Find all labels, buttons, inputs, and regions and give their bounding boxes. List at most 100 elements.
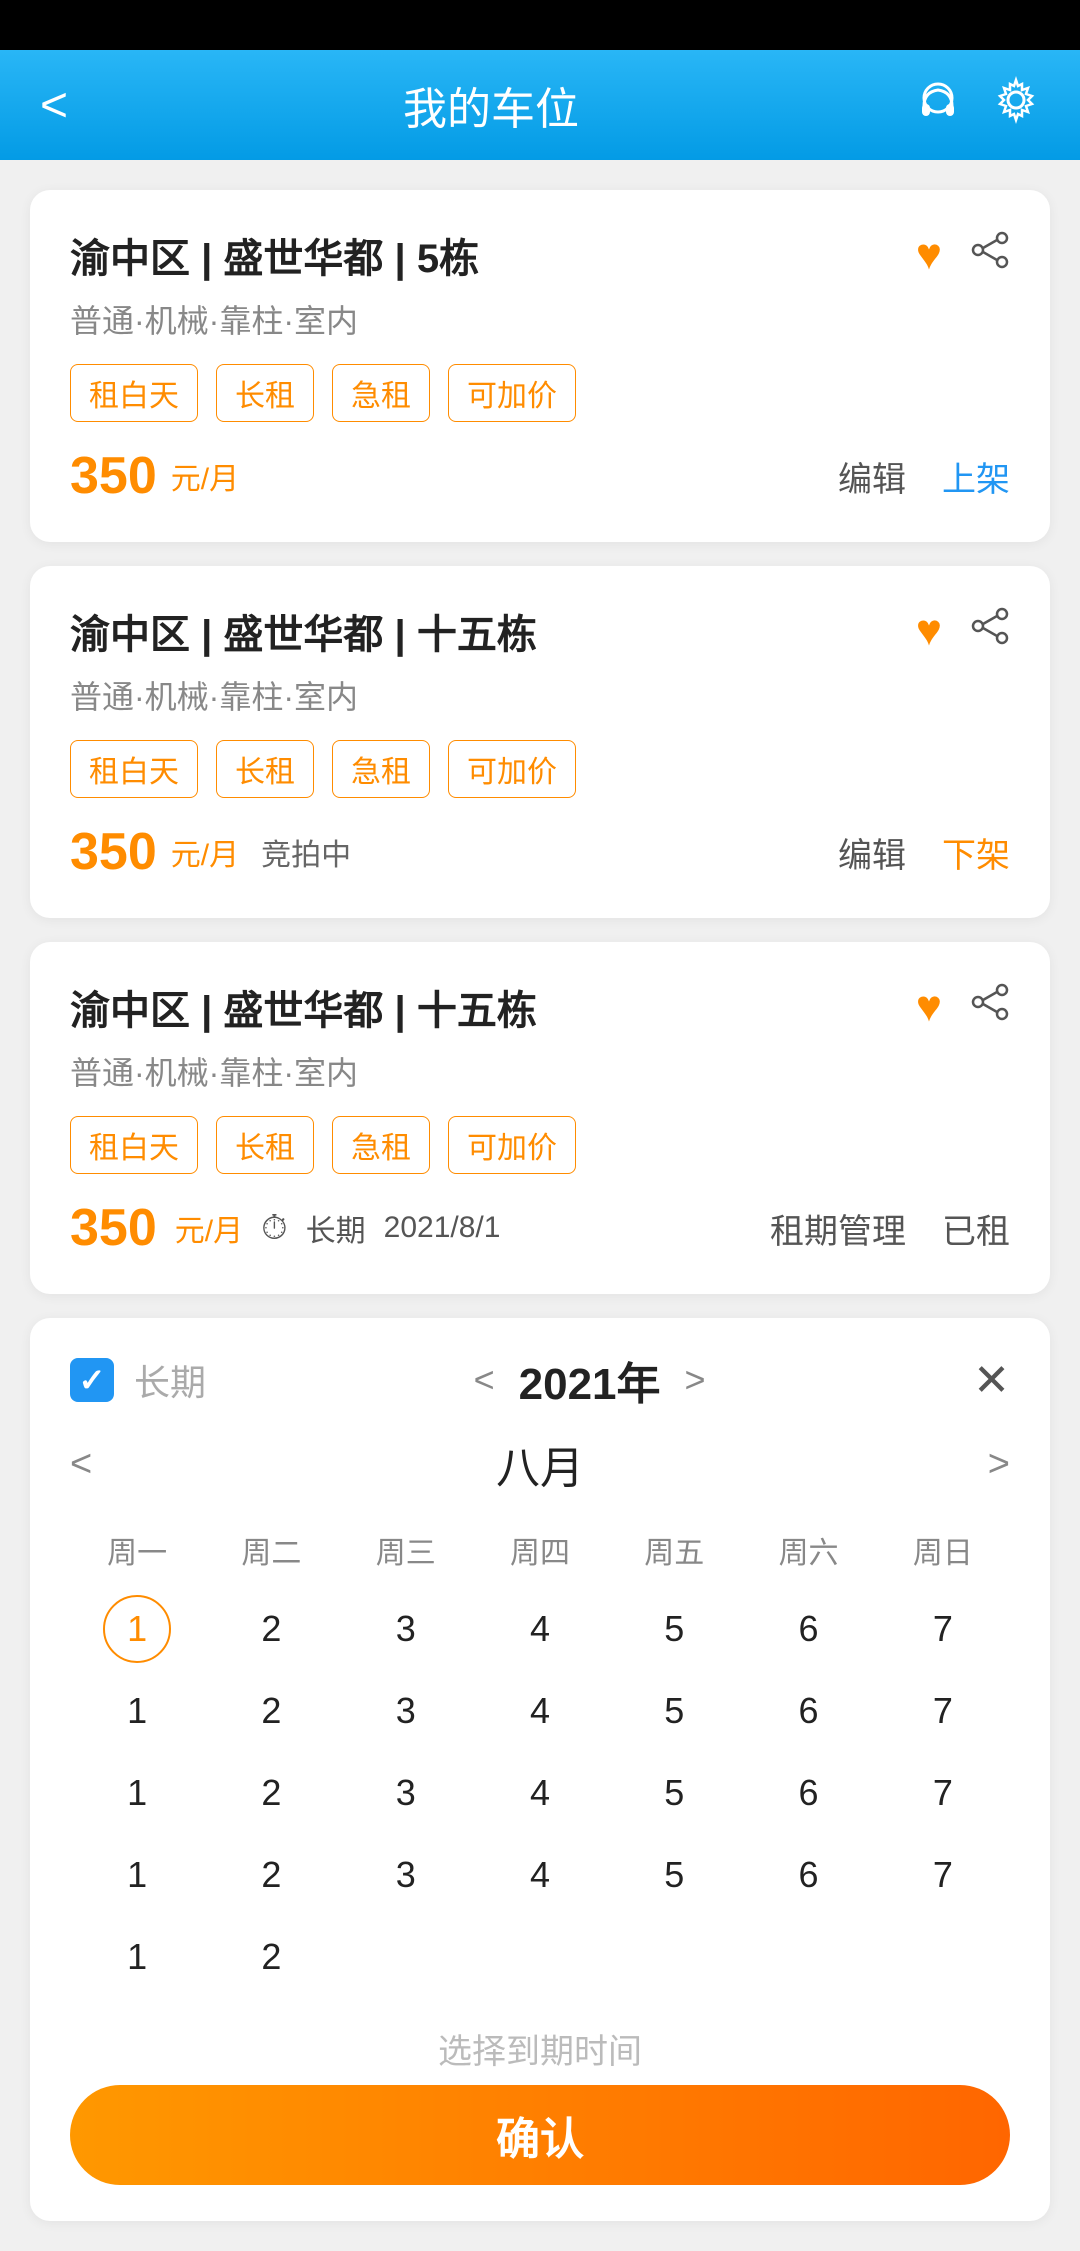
prev-month-btn[interactable]: < <box>70 1443 92 1486</box>
card1-edit-btn[interactable]: 编辑 <box>838 452 906 501</box>
card2-price: 350 <box>70 822 157 882</box>
calendar-grid: 周一 周二 周三 周四 周五 周六 周日 1 2 3 4 5 6 7 1 2 3… <box>70 1520 1010 1996</box>
cal-day-r2c4[interactable]: 4 <box>473 1672 607 1750</box>
parking-card-2: 渝中区 | 盛世华都 | 十五栋 ♥ 普通·机械·靠柱·室内 租白天 长租 急租 <box>30 566 1050 918</box>
card3-title: 渝中区 | 盛世华都 | 十五栋 <box>70 978 537 1036</box>
card1-subtitle: 普通·机械·靠柱·室内 <box>70 296 1010 342</box>
next-year-btn[interactable]: > <box>685 1359 706 1401</box>
cal-day-r4c3[interactable]: 3 <box>339 1836 473 1914</box>
card2-price-unit: 元/月 <box>171 830 239 874</box>
cal-day-r5c6 <box>741 1918 875 1996</box>
tag-rent-day-1: 租白天 <box>70 364 198 422</box>
cal-day-r2c3[interactable]: 3 <box>339 1672 473 1750</box>
cal-day-r3c3[interactable]: 3 <box>339 1754 473 1832</box>
card1-price-unit: 元/月 <box>171 454 239 498</box>
card3-subtitle: 普通·机械·靠柱·室内 <box>70 1048 1010 1094</box>
cal-day-r1c7[interactable]: 7 <box>876 1590 1010 1668</box>
tag-long-rent-2: 长租 <box>216 740 314 798</box>
card3-rent-period-btn[interactable]: 租期管理 <box>770 1204 906 1253</box>
cal-day-r3c4[interactable]: 4 <box>473 1754 607 1832</box>
cal-day-r1c4[interactable]: 4 <box>473 1590 607 1668</box>
card1-price: 350 <box>70 446 157 506</box>
close-calendar-btn[interactable]: ✕ <box>973 1355 1010 1406</box>
cal-day-r1c3[interactable]: 3 <box>339 1590 473 1668</box>
back-button[interactable]: < <box>40 78 68 133</box>
weekday-fri: 周五 <box>607 1520 741 1580</box>
cal-day-r4c6[interactable]: 6 <box>741 1836 875 1914</box>
card2-action-btn[interactable]: 下架 <box>942 828 1010 877</box>
favorite-icon-1[interactable]: ♥ <box>916 230 942 280</box>
confirm-button[interactable]: 确认 <box>70 2085 1010 2185</box>
cal-day-r4c2[interactable]: 2 <box>204 1836 338 1914</box>
year-label: 2021年 <box>519 1348 661 1412</box>
month-label: 八月 <box>92 1432 988 1496</box>
weekday-mon: 周一 <box>70 1520 204 1580</box>
tag-rent-day-3: 租白天 <box>70 1116 198 1174</box>
calendar-panel: ✓ 长期 < 2021年 > ✕ < 八月 > 周一 周二 周三 周四 周五 周… <box>30 1318 1050 2221</box>
tag-long-rent-1: 长租 <box>216 364 314 422</box>
weekday-sat: 周六 <box>741 1520 875 1580</box>
cards-container: 渝中区 | 盛世华都 | 5栋 ♥ 普通·机械·靠柱·室内 租白天 长租 急租 <box>0 160 1080 1294</box>
cal-day-r5c2[interactable]: 2 <box>204 1918 338 1996</box>
next-month-btn[interactable]: > <box>988 1443 1010 1486</box>
cal-day-r2c7[interactable]: 7 <box>876 1672 1010 1750</box>
long-term-checkbox[interactable]: ✓ <box>70 1358 114 1402</box>
page-title: 我的车位 <box>403 73 579 137</box>
cal-day-r5c3 <box>339 1918 473 1996</box>
header-icons <box>914 76 1040 135</box>
cal-day-r3c6[interactable]: 6 <box>741 1754 875 1832</box>
cal-day-r2c1[interactable]: 1 <box>70 1672 204 1750</box>
select-hint: 选择到期时间 <box>70 2024 1010 2073</box>
card3-already-rented: 已租 <box>942 1204 1010 1253</box>
cal-day-r4c4[interactable]: 4 <box>473 1836 607 1914</box>
cal-day-r3c1[interactable]: 1 <box>70 1754 204 1832</box>
cal-day-r3c5[interactable]: 5 <box>607 1754 741 1832</box>
cal-day-r1c6[interactable]: 6 <box>741 1590 875 1668</box>
header: < 我的车位 <box>0 50 1080 160</box>
tag-urgent-rent-2: 急租 <box>332 740 430 798</box>
cal-day-r1c1[interactable]: 1 <box>70 1590 204 1668</box>
share-icon-2[interactable] <box>970 606 1010 656</box>
gear-icon[interactable] <box>992 76 1040 135</box>
tag-urgent-rent-3: 急租 <box>332 1116 430 1174</box>
tag-price-add-2: 可加价 <box>448 740 576 798</box>
favorite-icon-3[interactable]: ♥ <box>916 982 942 1032</box>
weekday-thu: 周四 <box>473 1520 607 1580</box>
tag-rent-day-2: 租白天 <box>70 740 198 798</box>
cal-day-r4c7[interactable]: 7 <box>876 1836 1010 1914</box>
share-icon-1[interactable] <box>970 230 1010 280</box>
card3-long-term: 长期 <box>306 1206 366 1250</box>
cal-day-r1c2[interactable]: 2 <box>204 1590 338 1668</box>
tag-urgent-rent-1: 急租 <box>332 364 430 422</box>
card3-price: 350 <box>70 1198 157 1258</box>
tag-price-add-1: 可加价 <box>448 364 576 422</box>
weekday-wed: 周三 <box>339 1520 473 1580</box>
weekday-sun: 周日 <box>876 1520 1010 1580</box>
cal-day-r5c5 <box>607 1918 741 1996</box>
card3-date: 2021/8/1 <box>384 1211 501 1245</box>
card2-subtitle: 普通·机械·靠柱·室内 <box>70 672 1010 718</box>
cal-day-r3c2[interactable]: 2 <box>204 1754 338 1832</box>
cal-day-r2c6[interactable]: 6 <box>741 1672 875 1750</box>
card1-action-btn[interactable]: 上架 <box>942 452 1010 501</box>
cal-day-r5c7 <box>876 1918 1010 1996</box>
cal-day-r2c5[interactable]: 5 <box>607 1672 741 1750</box>
clock-icon-3: ⏱ <box>261 1209 288 1248</box>
tag-long-rent-3: 长租 <box>216 1116 314 1174</box>
tag-price-add-3: 可加价 <box>448 1116 576 1174</box>
cal-day-r5c4 <box>473 1918 607 1996</box>
cal-day-r1c5[interactable]: 5 <box>607 1590 741 1668</box>
status-bar <box>0 0 1080 50</box>
prev-year-btn[interactable]: < <box>474 1359 495 1401</box>
cal-day-r5c1[interactable]: 1 <box>70 1918 204 1996</box>
favorite-icon-2[interactable]: ♥ <box>916 606 942 656</box>
share-icon-3[interactable] <box>970 982 1010 1032</box>
card2-edit-btn[interactable]: 编辑 <box>838 828 906 877</box>
cal-day-r4c1[interactable]: 1 <box>70 1836 204 1914</box>
cal-day-r2c2[interactable]: 2 <box>204 1672 338 1750</box>
card3-price-unit: 元/月 <box>175 1206 243 1250</box>
headphone-icon[interactable] <box>914 76 962 135</box>
cal-day-r4c5[interactable]: 5 <box>607 1836 741 1914</box>
cal-day-r3c7[interactable]: 7 <box>876 1754 1010 1832</box>
long-term-label: 长期 <box>134 1354 206 1406</box>
